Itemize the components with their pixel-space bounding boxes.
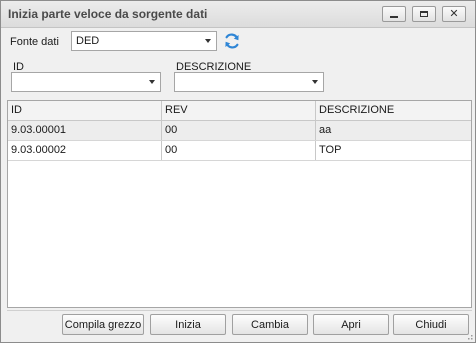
minimize-icon: [390, 15, 398, 18]
cambia-button[interactable]: Cambia: [232, 314, 308, 335]
results-grid[interactable]: ID REV DESCRIZIONE 9.03.00001 00 aa 9.03…: [7, 100, 472, 308]
column-header-rev[interactable]: REV: [162, 101, 316, 120]
column-header-descrizione[interactable]: DESCRIZIONE: [316, 101, 471, 120]
refresh-icon[interactable]: [223, 32, 241, 50]
cell-descrizione: aa: [319, 124, 332, 136]
chevron-down-icon: [312, 80, 318, 84]
window-title: Inizia parte veloce da sorgente dati: [8, 7, 208, 21]
cell-id: 9.03.00001: [8, 121, 162, 140]
close-icon: ✕: [449, 7, 459, 20]
compila-grezzo-button[interactable]: Compila grezzo: [62, 314, 144, 335]
source-value: DED: [76, 35, 100, 47]
inizia-button[interactable]: Inizia: [150, 314, 226, 335]
source-combo[interactable]: DED: [71, 31, 217, 51]
maximize-button[interactable]: [412, 6, 436, 22]
resize-grip-icon[interactable]: [465, 332, 473, 340]
maximize-icon: [420, 11, 428, 17]
cell-id: 9.03.00002: [8, 141, 162, 160]
cell-rev: 00: [162, 121, 316, 140]
source-label: Fonte dati: [10, 36, 59, 48]
title-bar[interactable]: Inizia parte veloce da sorgente dati ✕: [1, 1, 475, 28]
cell-rev: 00: [162, 141, 316, 160]
grid-header: ID REV DESCRIZIONE: [8, 101, 471, 121]
table-row[interactable]: 9.03.00001 00 aa: [8, 121, 471, 141]
cell-descrizione: TOP: [319, 144, 342, 156]
divider: [7, 310, 472, 311]
column-header-id[interactable]: ID: [8, 101, 162, 120]
apri-button[interactable]: Apri: [313, 314, 389, 335]
chiudi-button[interactable]: Chiudi: [393, 314, 469, 335]
table-row[interactable]: 9.03.00002 00 TOP: [8, 141, 471, 161]
id-filter-combo[interactable]: [11, 72, 161, 92]
descr-filter-combo[interactable]: [174, 72, 324, 92]
minimize-button[interactable]: [382, 6, 406, 22]
dialog-window: Inizia parte veloce da sorgente dati ✕ F…: [0, 0, 476, 343]
chevron-down-icon: [149, 80, 155, 84]
chevron-down-icon: [205, 39, 211, 43]
close-button[interactable]: ✕: [442, 6, 466, 22]
